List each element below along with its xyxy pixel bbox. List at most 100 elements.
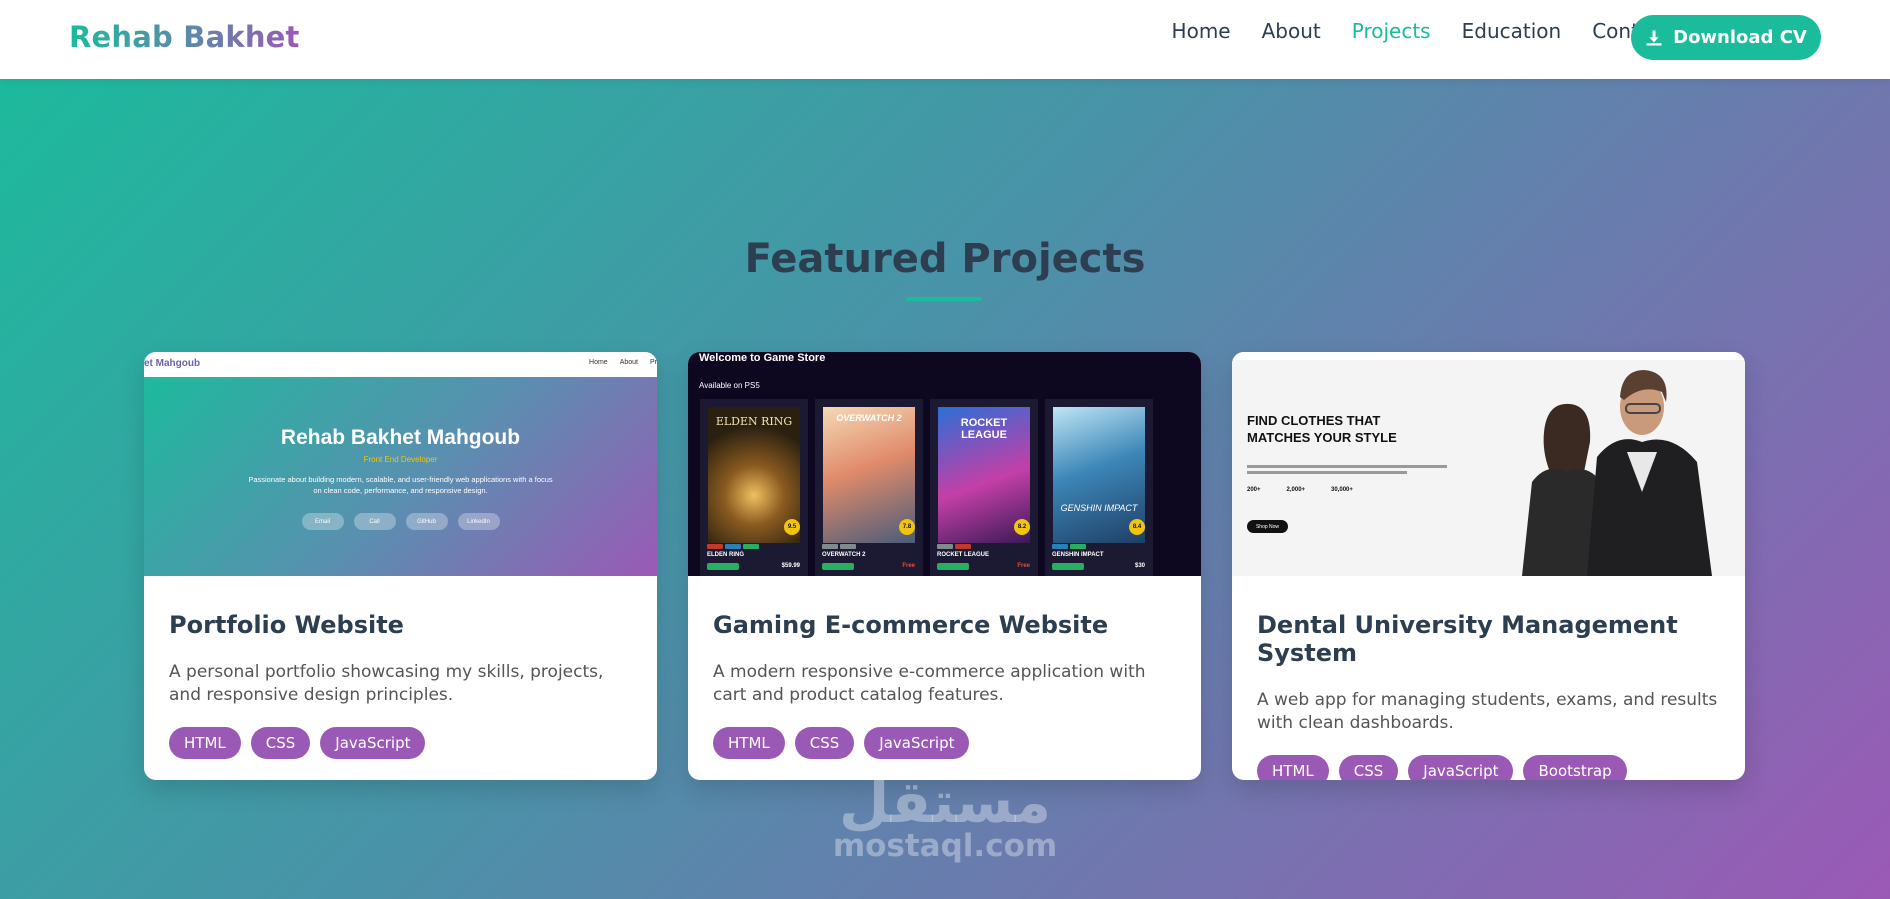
- tech-tags: HTML CSS JavaScript: [713, 727, 1176, 759]
- mostaql-watermark: مستقل mostaql.com: [830, 772, 1060, 864]
- chip: [1052, 544, 1068, 549]
- game-cover-title: ROCKET LEAGUE: [960, 417, 1008, 441]
- card-body: Dental University Management System A we…: [1232, 611, 1745, 780]
- project-description: A web app for managing students, exams, …: [1257, 690, 1718, 733]
- tech-tag: CSS: [1338, 755, 1399, 780]
- preview-button: Email: [301, 513, 344, 530]
- platform-chips: [707, 544, 759, 549]
- preview-hero-role: Front End Developer: [363, 455, 438, 464]
- add-to-cart-button: [1052, 563, 1084, 570]
- tech-tag: HTML: [169, 727, 241, 759]
- rating-badge: 8.4: [1129, 519, 1145, 535]
- download-cv-label: Download CV: [1673, 27, 1807, 48]
- project-title: Portfolio Website: [169, 611, 404, 639]
- preview-navbar: [1232, 352, 1745, 360]
- tech-tags: HTML CSS JavaScript Bootstrap: [1257, 755, 1720, 780]
- preview-link: About: [619, 359, 638, 366]
- game-cover-title: ELDEN RING: [715, 415, 793, 428]
- tech-tag: Bootstrap: [1523, 755, 1627, 780]
- preview-link: Pr: [650, 359, 657, 366]
- rating-badge: 8.2: [1014, 519, 1030, 535]
- tech-tag: HTML: [713, 727, 785, 759]
- stat-value: 30,000+: [1331, 487, 1353, 493]
- title-underline: [906, 297, 982, 301]
- preview-hero-text: Passionate about building modern, scalab…: [248, 475, 553, 495]
- project-card-gaming[interactable]: Welcome to Game Store Available on PS5 E…: [688, 352, 1201, 780]
- rating-value: 8.2: [1017, 524, 1027, 530]
- project-thumbnail: Welcome to Game Store Available on PS5 E…: [688, 352, 1201, 576]
- project-description: A personal portfolio showcasing my skill…: [169, 662, 604, 705]
- game-name: GENSHIN IMPACT: [1052, 552, 1104, 558]
- chip: [937, 544, 953, 549]
- preview-button: GitHub: [405, 513, 448, 530]
- game-card: OVERWATCH 2 7.8 OVERWATCH 2 Free: [815, 399, 923, 576]
- platform-chips: [1052, 544, 1086, 549]
- navbar: Rehab Bakhet Home About Projects Educati…: [0, 0, 1890, 79]
- nav-link-about[interactable]: About: [1262, 19, 1321, 43]
- card-body: Gaming E-commerce Website A modern respo…: [688, 611, 1201, 759]
- nav-links: Home About Projects Education Contact: [1172, 19, 1670, 43]
- preview-stats: 200+ 2,000+ 30,000+: [1247, 487, 1353, 493]
- rating-value: 8.4: [1132, 524, 1142, 530]
- nav-link-home[interactable]: Home: [1172, 19, 1231, 43]
- add-to-cart-button: [707, 563, 739, 570]
- rating-value: 9.5: [787, 524, 797, 530]
- rating-value: 7.8: [902, 524, 912, 530]
- chip: [743, 544, 759, 549]
- tech-tags: HTML CSS JavaScript: [169, 727, 632, 759]
- preview-headline: FIND CLOTHES THAT MATCHES YOUR STYLE: [1247, 413, 1397, 445]
- preview-shop-button: Shop Now: [1247, 520, 1288, 533]
- platform-chips: [822, 544, 856, 549]
- game-card: ELDEN RING 9.5 ELDEN RING $59.99: [700, 399, 808, 576]
- project-description: A modern responsive e-commerce applicati…: [713, 662, 1146, 705]
- game-name: OVERWATCH 2: [822, 552, 866, 558]
- project-thumbnail: et Mahgoub Home About Pr Rehab Bakhet Ma…: [144, 352, 657, 576]
- tech-tag: JavaScript: [320, 727, 426, 759]
- platform-chips: [937, 544, 971, 549]
- tech-tag: CSS: [794, 727, 855, 759]
- project-card-dental[interactable]: FIND CLOTHES THAT MATCHES YOUR STYLE 200…: [1232, 352, 1745, 780]
- stat-value: 200+: [1247, 487, 1261, 493]
- game-price: Free: [902, 563, 915, 569]
- preview-hero-name: Rehab Bakhet Mahgoub: [280, 426, 521, 449]
- game-name: ELDEN RING: [707, 552, 745, 558]
- brand-logo[interactable]: Rehab Bakhet: [69, 20, 300, 54]
- watermark-latin: mostaql.com: [832, 828, 1058, 864]
- chip: [725, 544, 741, 549]
- tech-tag: JavaScript: [864, 727, 970, 759]
- card-body: Portfolio Website A personal portfolio s…: [144, 611, 657, 759]
- tech-tag: HTML: [1257, 755, 1329, 780]
- chip: [955, 544, 971, 549]
- game-price: $59.99: [781, 563, 800, 569]
- download-icon: [1646, 30, 1662, 45]
- game-card: ROCKET LEAGUE 8.2 ROCKET LEAGUE Free: [930, 399, 1038, 576]
- preview-hero-buttons: Email Call GitHub LinkedIn: [144, 513, 657, 530]
- watermark-arabic: مستقل: [838, 768, 1052, 836]
- preview-button: LinkedIn: [457, 513, 500, 530]
- chip: [822, 544, 838, 549]
- stat-value: 2,000+: [1286, 487, 1306, 493]
- game-cover-title: OVERWATCH 2: [836, 413, 902, 423]
- project-title: Gaming E-commerce Website: [713, 611, 1109, 639]
- section-title: Featured Projects: [744, 236, 1146, 282]
- chip: [840, 544, 856, 549]
- add-to-cart-button: [822, 563, 854, 570]
- tech-tag: JavaScript: [1408, 755, 1514, 780]
- download-cv-button[interactable]: Download CV: [1631, 15, 1821, 60]
- nav-link-education[interactable]: Education: [1462, 19, 1562, 43]
- project-card-portfolio[interactable]: et Mahgoub Home About Pr Rehab Bakhet Ma…: [144, 352, 657, 780]
- preview-store-title: Welcome to Game Store: [699, 352, 826, 364]
- rating-badge: 9.5: [784, 519, 800, 535]
- game-cover-title: GENSHIN IMPACT: [1060, 503, 1138, 513]
- models-photo: [1522, 370, 1712, 576]
- game-name: ROCKET LEAGUE: [937, 552, 990, 558]
- tech-tag: CSS: [250, 727, 311, 759]
- game-card: GENSHIN IMPACT 8.4 GENSHIN IMPACT $30: [1045, 399, 1153, 576]
- preview-brand: et Mahgoub: [144, 358, 201, 369]
- add-to-cart-button: [937, 563, 969, 570]
- preview-link: Home: [589, 359, 608, 366]
- preview-button: Call: [353, 513, 396, 530]
- nav-link-projects[interactable]: Projects: [1352, 19, 1431, 43]
- game-price: Free: [1017, 563, 1030, 569]
- chip: [707, 544, 723, 549]
